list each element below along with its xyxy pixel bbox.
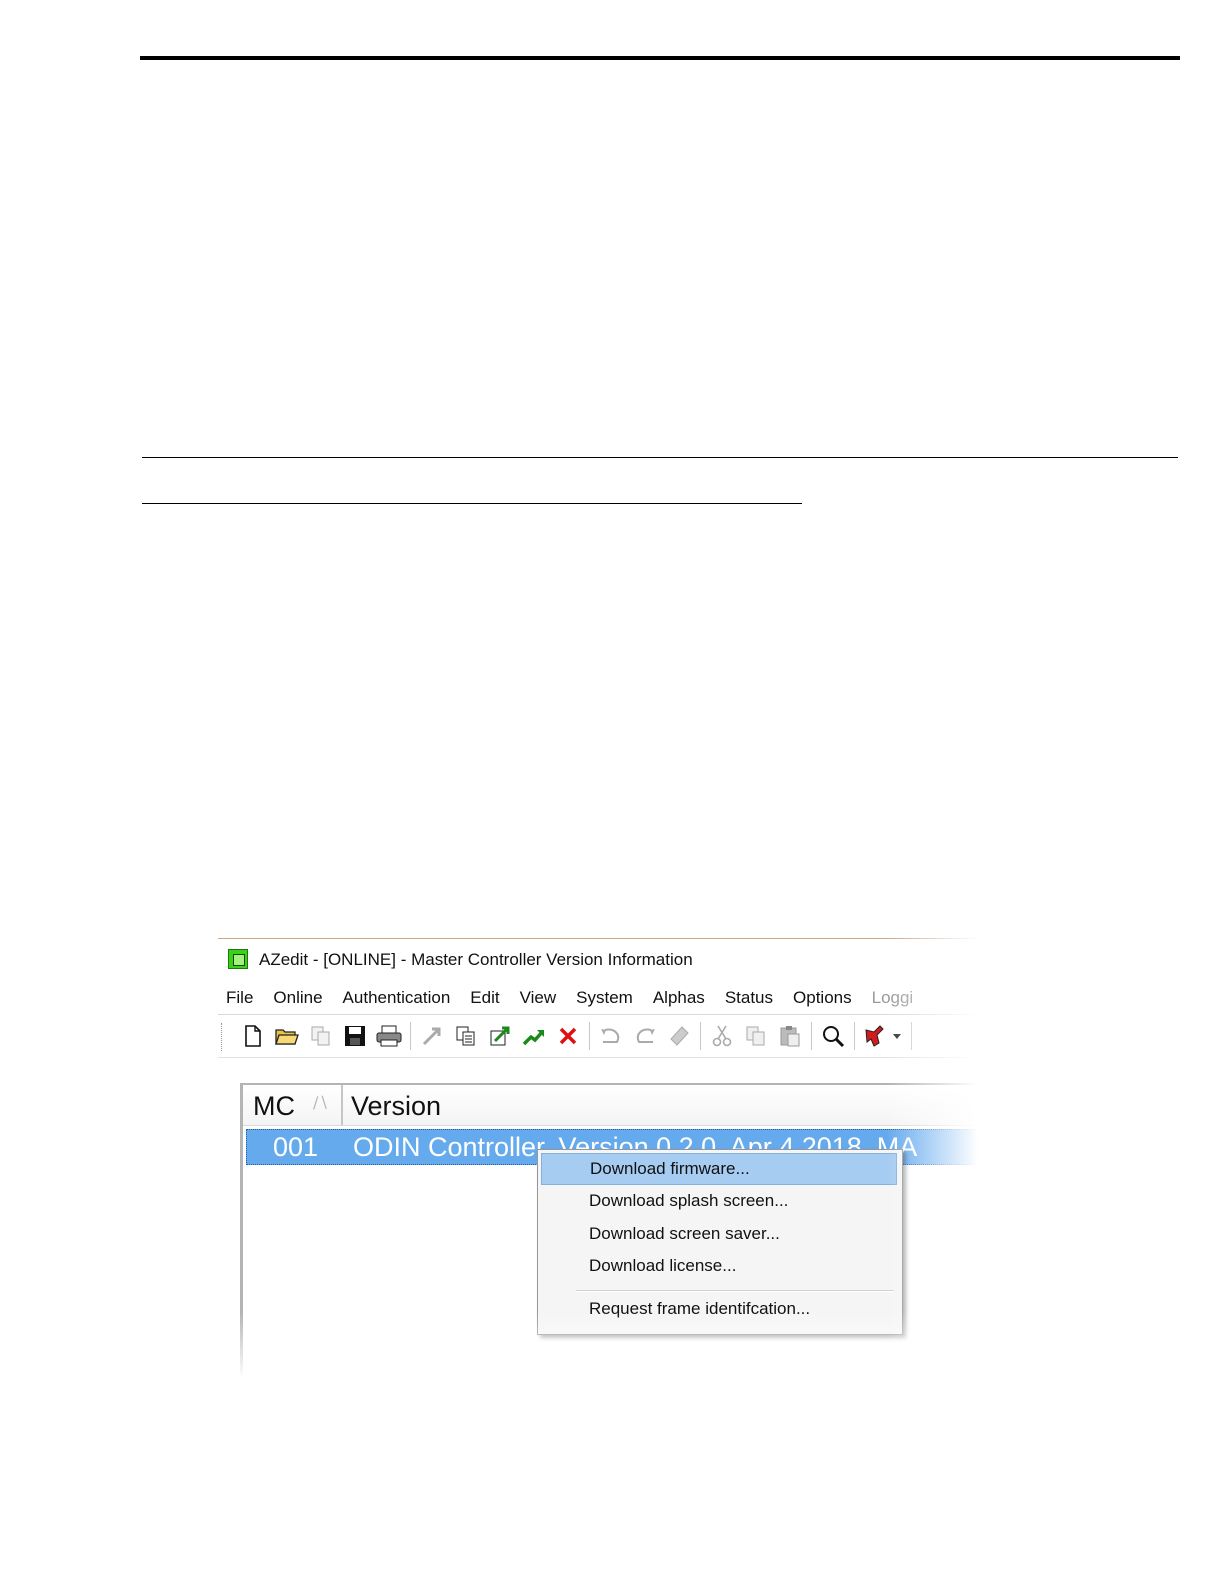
window-title: AZedit - [ONLINE] - Master Controller Ve… [259, 950, 693, 969]
azedit-screenshot: AZedit - [ONLINE] - Master Controller Ve… [218, 938, 978, 1378]
toolbar-separator [811, 1022, 812, 1050]
toolbar-separator [854, 1022, 855, 1050]
menu-item-download-firmware[interactable]: Download firmware... [541, 1153, 897, 1185]
menu-logging[interactable]: Loggi [862, 988, 924, 1008]
delete-icon[interactable] [551, 1020, 585, 1052]
toolbar-separator [410, 1022, 411, 1050]
eraser-icon[interactable] [662, 1020, 696, 1052]
paste-icon[interactable] [773, 1020, 807, 1052]
app-icon [228, 949, 248, 969]
menu-item-download-screen-saver[interactable]: Download screen saver... [541, 1219, 897, 1251]
menu-alphas[interactable]: Alphas [643, 988, 715, 1008]
menu-system[interactable]: System [566, 988, 643, 1008]
column-header-mc-label: MC [253, 1091, 295, 1121]
copy-icon[interactable] [739, 1020, 773, 1052]
tools-icon[interactable] [859, 1020, 907, 1052]
menu-item-download-license[interactable]: Download license... [541, 1251, 897, 1283]
column-header-mc[interactable]: MC ∕∖ [243, 1085, 343, 1125]
cell-mc: 001 [273, 1132, 319, 1162]
menu-authentication[interactable]: Authentication [333, 988, 461, 1008]
menu-view[interactable]: View [510, 988, 567, 1008]
menu-edit[interactable]: Edit [460, 988, 509, 1008]
menu-separator [576, 1290, 894, 1292]
page-top-rule [140, 56, 1180, 60]
toolbar-separator [700, 1022, 701, 1050]
menu-options[interactable]: Options [783, 988, 862, 1008]
redo-icon[interactable] [628, 1020, 662, 1052]
export-icon[interactable] [483, 1020, 517, 1052]
cut-icon[interactable] [705, 1020, 739, 1052]
menu-item-request-frame-identification[interactable]: Request frame identifcation... [541, 1294, 897, 1326]
menu-item-download-splash-screen[interactable]: Download splash screen... [541, 1186, 897, 1218]
menu-online[interactable]: Online [263, 988, 332, 1008]
undo-icon[interactable] [594, 1020, 628, 1052]
print-icon[interactable] [372, 1020, 406, 1052]
list-header: MC ∕∖ Version [243, 1085, 978, 1126]
forward-icon[interactable] [517, 1020, 551, 1052]
menu-bar: File Online Authentication Edit View Sys… [218, 984, 978, 1012]
toolbar-grip[interactable] [221, 1023, 224, 1051]
save-icon[interactable] [338, 1020, 372, 1052]
menu-file[interactable]: File [218, 988, 263, 1008]
new-icon[interactable] [236, 1020, 270, 1052]
page-divider-line [142, 457, 1178, 458]
toolbar [218, 1014, 978, 1058]
column-header-version[interactable]: Version [351, 1091, 441, 1122]
find-icon[interactable] [816, 1020, 850, 1052]
open-icon[interactable] [270, 1020, 304, 1052]
title-bar: AZedit - [ONLINE] - Master Controller Ve… [218, 938, 978, 983]
copy-doc-icon[interactable] [304, 1020, 338, 1052]
context-menu: Download firmware... Download splash scr… [537, 1149, 903, 1335]
toolbar-separator [589, 1022, 590, 1050]
page-short-line [142, 503, 802, 504]
upload-icon[interactable] [415, 1020, 449, 1052]
transfer-icon[interactable] [449, 1020, 483, 1052]
toolbar-separator [911, 1022, 912, 1050]
menu-status[interactable]: Status [715, 988, 783, 1008]
sort-ascending-icon: ∕∖ [313, 1093, 329, 1112]
